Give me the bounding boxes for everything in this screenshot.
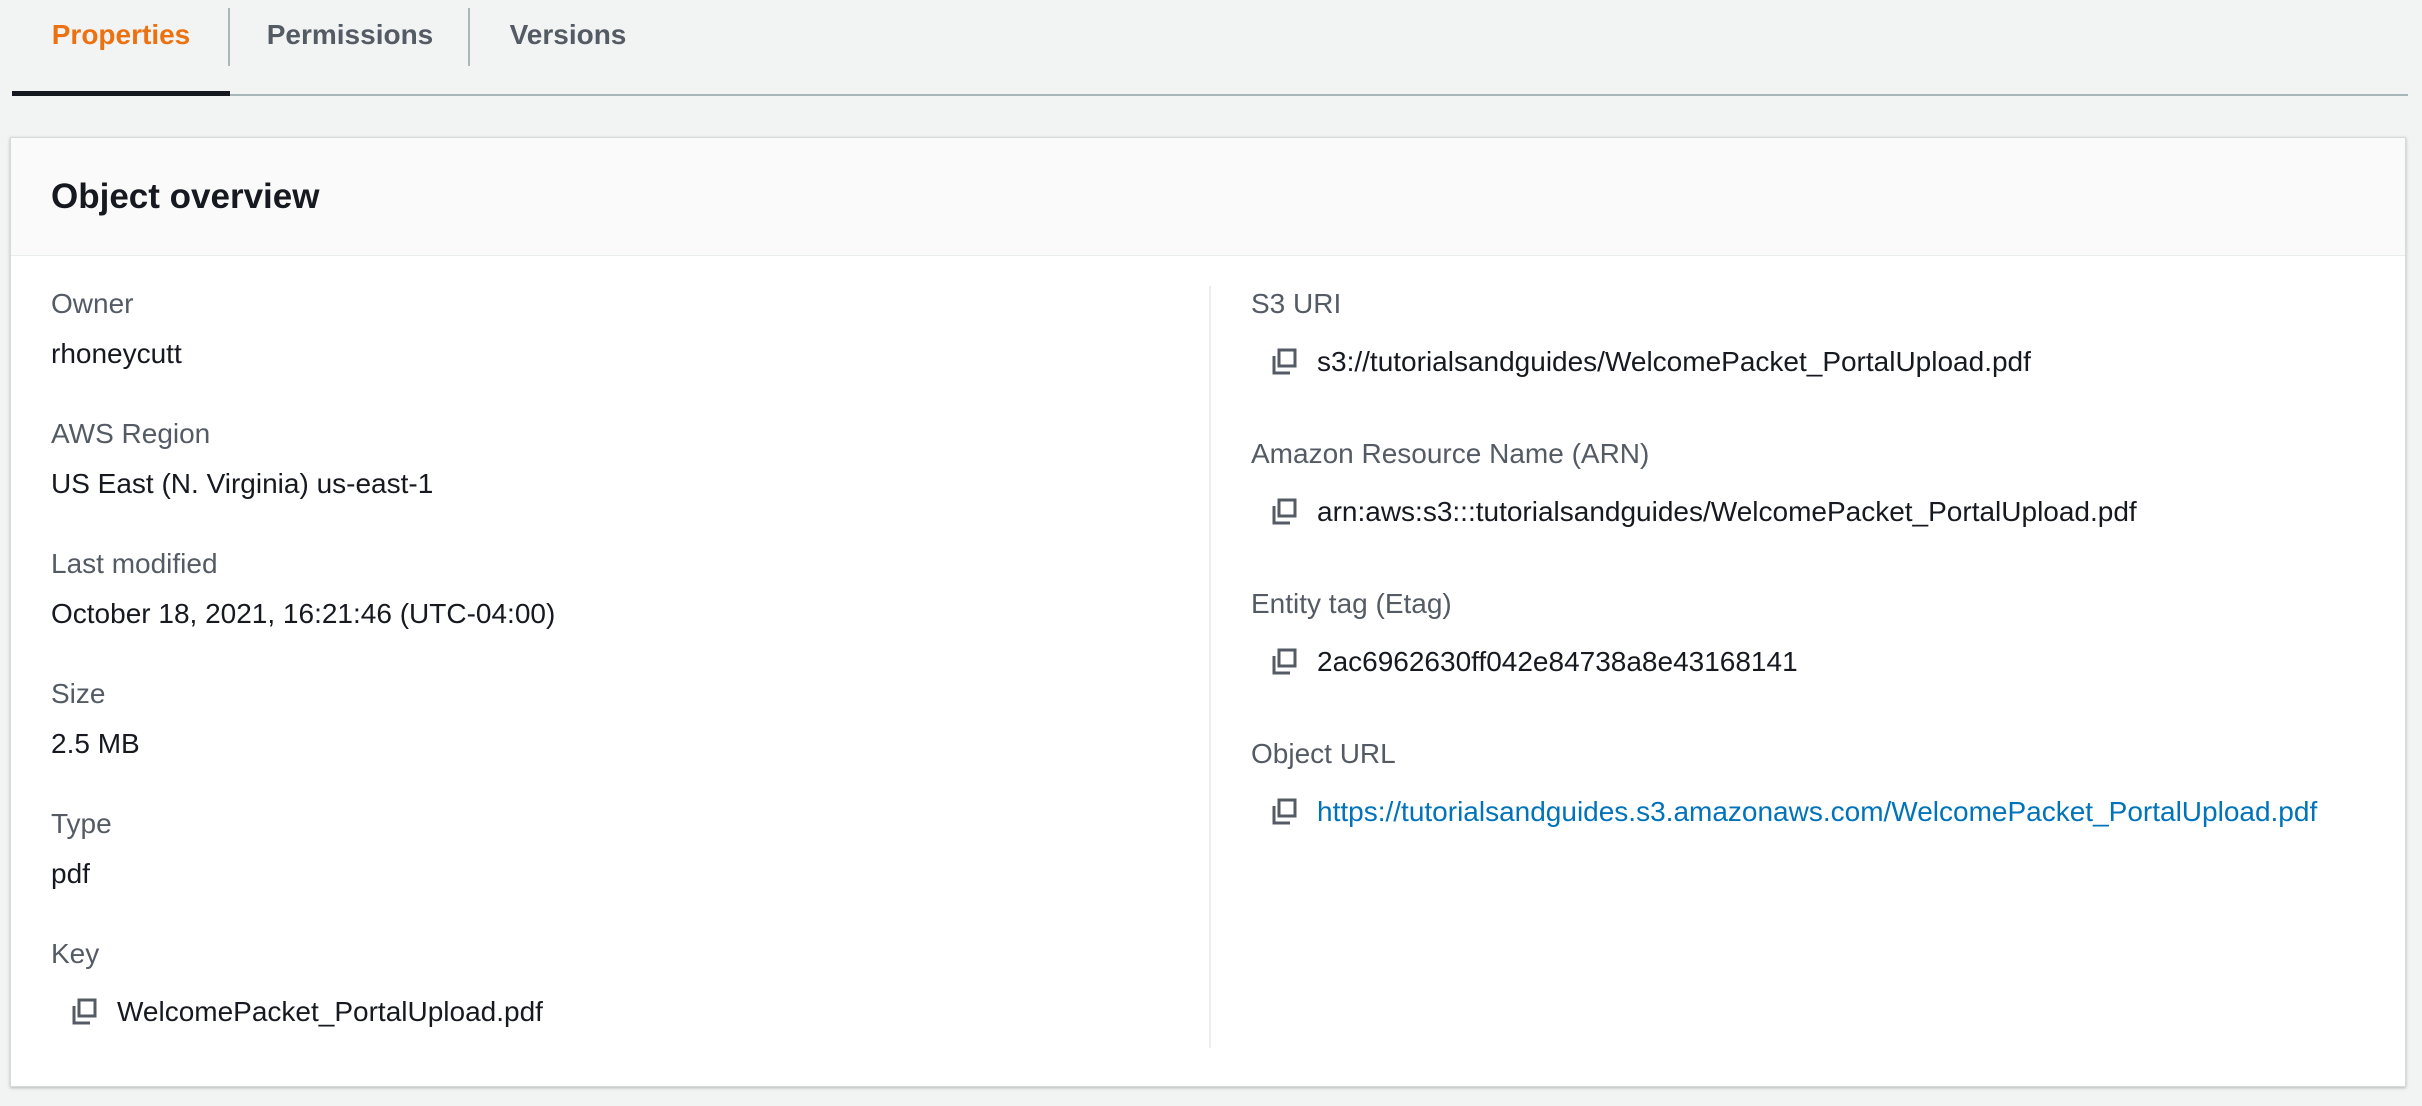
tab-bar: Properties Permissions Versions — [12, 0, 2408, 96]
panel-header: Object overview — [11, 138, 2405, 256]
s3-uri-label: S3 URI — [1251, 288, 1342, 319]
key-copy-row: WelcomePacket_PortalUpload.pdf — [51, 992, 543, 1032]
arn-label: Amazon Resource Name (ARN) — [1251, 438, 1650, 469]
etag-field: Entity tag (Etag) 2ac6962630ff042e84738a… — [1251, 586, 1798, 682]
type-value: pdf — [51, 858, 90, 889]
etag-value: 2ac6962630ff042e84738a8e43168141 — [1317, 646, 1798, 677]
object-url-field: Object URL https://tutorialsandguides.s3… — [1251, 736, 2317, 832]
last-modified-value: October 18, 2021, 16:21:46 (UTC-04:00) — [51, 598, 556, 629]
type-label: Type — [51, 808, 112, 839]
size-label: Size — [51, 678, 106, 709]
size-field: Size 2.5 MB — [51, 676, 140, 762]
right-column: S3 URI s3://tutorialsandguides/WelcomePa… — [1251, 256, 2391, 1086]
object-overview-panel: Object overview Owner rhoneycutt AWS Reg… — [10, 137, 2406, 1087]
s3-uri-value: s3://tutorialsandguides/WelcomePacket_Po… — [1317, 346, 2031, 377]
region-value: US East (N. Virginia) us-east-1 — [51, 468, 434, 499]
object-url-copy-row: https://tutorialsandguides.s3.amazonaws.… — [1251, 792, 2317, 832]
key-field: Key WelcomePacket_PortalUpload.pdf — [51, 936, 543, 1032]
panel-title: Object overview — [51, 176, 320, 216]
type-field: Type pdf — [51, 806, 112, 892]
object-url-link[interactable]: https://tutorialsandguides.s3.amazonaws.… — [1317, 794, 2317, 830]
copy-icon[interactable] — [1265, 642, 1305, 682]
copy-icon[interactable] — [65, 992, 105, 1032]
copy-icon[interactable] — [1265, 492, 1305, 532]
tab-versions-label: Versions — [509, 19, 627, 50]
region-field: AWS Region US East (N. Virginia) us-east… — [51, 416, 433, 502]
etag-label: Entity tag (Etag) — [1251, 588, 1452, 619]
last-modified-label: Last modified — [51, 548, 218, 579]
arn-copy-row: arn:aws:s3:::tutorialsandguides/WelcomeP… — [1251, 492, 2137, 532]
owner-field: Owner rhoneycutt — [51, 286, 182, 372]
etag-copy-row: 2ac6962630ff042e84738a8e43168141 — [1251, 642, 1798, 682]
s3-uri-copy-row: s3://tutorialsandguides/WelcomePacket_Po… — [1251, 342, 2031, 382]
tab-properties-label: Properties — [51, 19, 191, 50]
left-column: Owner rhoneycutt AWS Region US East (N. … — [51, 256, 1201, 1086]
copy-icon[interactable] — [1265, 792, 1305, 832]
arn-field: Amazon Resource Name (ARN) arn:aws:s3:::… — [1251, 436, 2137, 532]
tab-versions[interactable]: Versions — [470, 0, 666, 94]
size-value: 2.5 MB — [51, 728, 140, 759]
key-label: Key — [51, 938, 100, 969]
key-value: WelcomePacket_PortalUpload.pdf — [117, 996, 543, 1027]
object-url-label: Object URL — [1251, 738, 1396, 769]
tab-permissions-label: Permissions — [266, 19, 434, 50]
last-modified-field: Last modified October 18, 2021, 16:21:46… — [51, 546, 555, 632]
tab-permissions[interactable]: Permissions — [230, 0, 470, 94]
copy-icon[interactable] — [1265, 342, 1305, 382]
tab-properties[interactable]: Properties — [12, 0, 230, 96]
arn-value: arn:aws:s3:::tutorialsandguides/WelcomeP… — [1317, 496, 2137, 527]
owner-value: rhoneycutt — [51, 338, 182, 369]
s3-uri-field: S3 URI s3://tutorialsandguides/WelcomePa… — [1251, 286, 2031, 382]
column-divider — [1209, 286, 1211, 1048]
owner-label: Owner — [51, 288, 134, 319]
region-label: AWS Region — [51, 418, 211, 449]
